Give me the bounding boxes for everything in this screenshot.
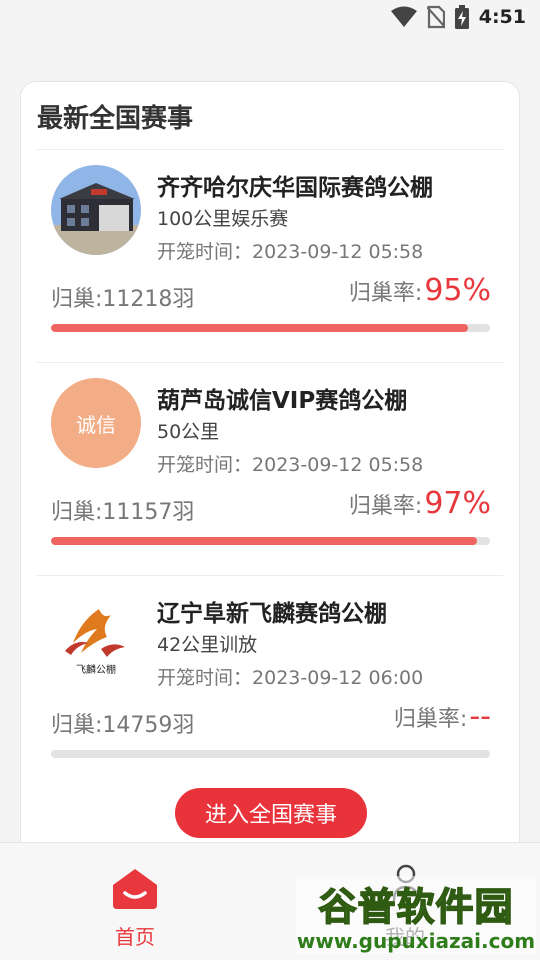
race-name: 齐齐哈尔庆华国际赛鸽公棚	[157, 175, 433, 201]
return-count: 归巢:11218羽	[51, 287, 195, 312]
return-rate: 归巢率: 95%	[349, 273, 491, 308]
progress-fill	[51, 537, 477, 545]
return-rate-label: 归巢率:	[348, 494, 423, 519]
race-item[interactable]: 诚信 葫芦岛诚信VIP赛鸽公棚 50公里 开笼时间：2023-09-12 05:…	[21, 363, 521, 575]
loft-logo: 诚信	[51, 378, 141, 468]
release-time: 开笼时间：2023-09-12 05:58	[157, 450, 423, 477]
race-distance: 42公里训放	[157, 634, 258, 656]
race-distance: 50公里	[157, 421, 220, 443]
loft-logo: 飞麟公棚	[51, 591, 141, 681]
loft-photo	[51, 165, 141, 255]
return-rate: 归巢率: --	[394, 699, 491, 734]
return-rate-label: 归巢率:	[348, 281, 423, 306]
battery-charging-icon	[454, 5, 469, 29]
wifi-icon	[390, 6, 417, 27]
release-time-label: 开笼时间：	[157, 667, 253, 689]
return-progress-bar	[51, 324, 490, 332]
return-rate-label: 归巢率:	[393, 707, 468, 732]
return-rate-value: --	[469, 699, 491, 734]
release-time-label: 开笼时间：	[157, 454, 253, 476]
tab-home-label: 首页	[115, 925, 155, 949]
return-progress-bar	[51, 537, 490, 545]
card-title: 最新全国赛事	[37, 104, 194, 134]
loft-logo-text: 诚信	[76, 412, 116, 437]
return-rate-value: 97%	[424, 486, 491, 521]
return-rate: 归巢率: 97%	[349, 486, 491, 521]
progress-fill	[51, 324, 469, 332]
return-rate-value: 95%	[424, 273, 491, 308]
race-name: 辽宁阜新飞麟赛鸽公棚	[157, 601, 387, 627]
status-time: 4:51	[478, 6, 526, 28]
release-time-value: 2023-09-12 05:58	[252, 454, 424, 476]
no-sim-icon	[426, 5, 445, 29]
race-item[interactable]: 飞麟公棚 辽宁阜新飞麟赛鸽公棚 42公里训放 开笼时间：2023-09-12 0…	[21, 576, 521, 788]
watermark-logo: 谷普软件园 www.gupuxiazai.com	[296, 876, 536, 954]
enter-national-races-button[interactable]: 进入全国赛事	[175, 788, 367, 838]
clipped-header-text: ▁▁▁ ▁▁▁	[48, 26, 122, 36]
loft-logo-text: 飞麟公棚	[76, 665, 116, 676]
release-time-value: 2023-09-12 05:58	[252, 241, 424, 263]
return-count: 归巢:11157羽	[51, 500, 195, 525]
race-distance: 100公里娱乐赛	[157, 208, 289, 230]
release-time: 开笼时间：2023-09-12 05:58	[157, 237, 423, 264]
release-time-label: 开笼时间：	[157, 241, 253, 263]
release-time: 开笼时间：2023-09-12 06:00	[157, 663, 423, 690]
return-progress-bar	[51, 750, 490, 758]
home-icon	[113, 869, 157, 909]
race-item[interactable]: 齐齐哈尔庆华国际赛鸽公棚 100公里娱乐赛 开笼时间：2023-09-12 05…	[21, 150, 521, 362]
race-name: 葫芦岛诚信VIP赛鸽公棚	[157, 388, 408, 414]
release-time-value: 2023-09-12 06:00	[252, 667, 424, 689]
tab-home[interactable]: 首页	[0, 843, 270, 960]
svg-text:谷普软件园: 谷普软件园	[318, 885, 513, 929]
return-count: 归巢:14759羽	[51, 713, 195, 738]
status-bar: ▁▁▁ ▁▁▁ ▁▁▁ 4:51	[0, 0, 540, 38]
svg-text:www.gupuxiazai.com: www.gupuxiazai.com	[297, 929, 535, 953]
latest-races-card: 最新全国赛事 齐齐哈尔庆华国际赛鸽公棚 100公里娱乐赛 开笼时间：2023-0…	[20, 81, 520, 861]
